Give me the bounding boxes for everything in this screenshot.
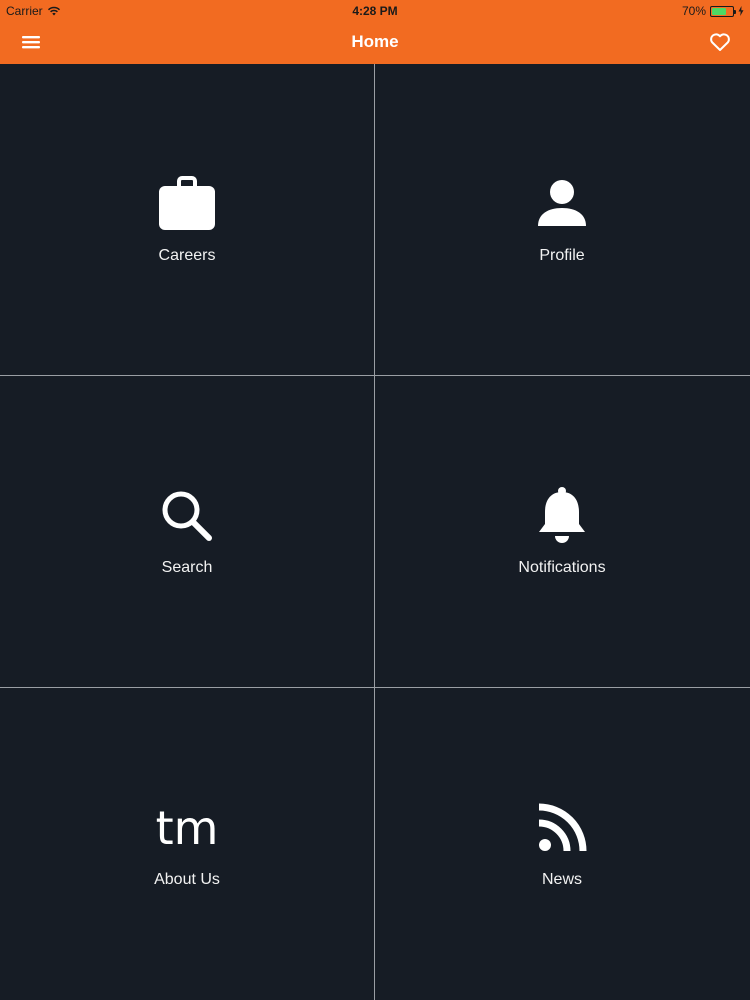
- battery-tip: [734, 9, 736, 14]
- briefcase-icon: [159, 176, 215, 230]
- battery-fill: [712, 7, 726, 15]
- bell-icon: [539, 487, 585, 543]
- person-icon: [538, 180, 586, 226]
- tile-icon-wrap: [375, 486, 749, 546]
- search-icon: [162, 491, 212, 541]
- tile-careers[interactable]: Careers: [0, 64, 374, 375]
- grid-divider-horizontal: [0, 375, 750, 376]
- tile-icon-wrap: [375, 798, 749, 858]
- battery-percent: 70%: [681, 4, 706, 18]
- tile-icon-wrap: tm: [0, 798, 374, 858]
- tile-search[interactable]: Search: [0, 376, 374, 687]
- heart-icon: [710, 33, 730, 51]
- tile-label: Search: [161, 559, 213, 576]
- tile-label: Careers: [158, 247, 216, 264]
- tile-profile[interactable]: Profile: [375, 64, 749, 375]
- navigation-bar: Home: [0, 22, 750, 64]
- favorites-button[interactable]: [708, 30, 732, 54]
- tm-logo-icon: tm: [155, 801, 219, 855]
- tile-icon-wrap: [375, 174, 749, 234]
- tile-label: Profile: [539, 247, 585, 264]
- status-time: 4:28 PM: [352, 4, 398, 18]
- grid-divider-horizontal: [0, 687, 750, 688]
- tile-label: Notifications: [518, 559, 606, 576]
- tile-icon-wrap: [0, 174, 374, 234]
- tile-notifications[interactable]: Notifications: [375, 376, 749, 687]
- tile-label: About Us: [154, 871, 220, 888]
- home-grid: Careers Profile Search Notifications tm …: [0, 64, 750, 1000]
- tile-news[interactable]: News: [375, 688, 749, 999]
- battery-icon: [710, 5, 736, 17]
- status-bar: Carrier 4:28 PM 70%: [0, 0, 750, 22]
- grid-divider-vertical: [374, 64, 375, 1000]
- charging-icon: [738, 6, 744, 16]
- page-title: Home: [351, 32, 399, 51]
- tile-icon-wrap: [0, 486, 374, 546]
- rss-icon: [538, 803, 587, 852]
- status-right: 70%: [682, 4, 744, 18]
- tile-label: News: [541, 871, 582, 888]
- tile-about-us[interactable]: tm About Us: [0, 688, 374, 999]
